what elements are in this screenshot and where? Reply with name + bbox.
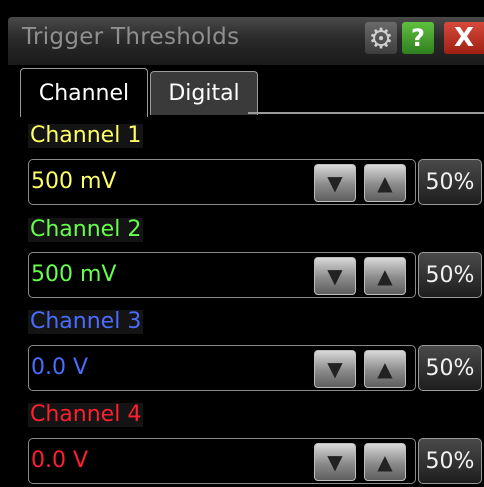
channel-3-threshold-field[interactable]: 0.0 V ▼ ▲ (28, 345, 416, 391)
help-button[interactable]: ? (402, 22, 434, 54)
channel-4-threshold-field[interactable]: 0.0 V ▼ ▲ (28, 438, 416, 484)
chevron-down-icon: ▼ (327, 171, 343, 195)
channel-1-50-percent-button[interactable]: 50% (418, 159, 482, 205)
channel-4-increase-button[interactable]: ▲ (364, 443, 406, 481)
channel-3-threshold-value: 0.0 V (31, 355, 89, 380)
chevron-down-icon: ▼ (327, 264, 343, 288)
chevron-up-icon: ▲ (377, 171, 393, 195)
channel-3-label: Channel 3 (28, 309, 144, 334)
channel-1-label: Channel 1 (28, 123, 144, 148)
close-button[interactable]: X (444, 22, 484, 54)
channel-3-increase-button[interactable]: ▲ (364, 350, 406, 388)
channel-1-decrease-button[interactable]: ▼ (314, 164, 356, 202)
channel-1-threshold-value: 500 mV (31, 169, 117, 194)
tab-digital-label: Digital (168, 81, 240, 106)
chevron-up-icon: ▲ (377, 264, 393, 288)
channel-4-decrease-button[interactable]: ▼ (314, 443, 356, 481)
channel-2-50-percent-button[interactable]: 50% (418, 252, 482, 298)
channel-2-increase-button[interactable]: ▲ (364, 257, 406, 295)
close-icon: X (453, 23, 475, 53)
gear-icon: ⚙ (368, 21, 394, 55)
channel-2-decrease-button[interactable]: ▼ (314, 257, 356, 295)
chevron-up-icon: ▲ (377, 450, 393, 474)
tab-divider (248, 112, 484, 114)
tab-channel[interactable]: Channel (20, 68, 148, 117)
trigger-thresholds-panel: Trigger Thresholds ⚙ ? X Channel Digital… (0, 0, 484, 487)
chevron-down-icon: ▼ (327, 357, 343, 381)
channel-3-decrease-button[interactable]: ▼ (314, 350, 356, 388)
channel-4-threshold-value: 0.0 V (31, 448, 89, 473)
channel-1-threshold-field[interactable]: 500 mV ▼ ▲ (28, 159, 416, 205)
channel-2-threshold-field[interactable]: 500 mV ▼ ▲ (28, 252, 416, 298)
tab-channel-label: Channel (38, 80, 130, 106)
tab-bar: Channel Digital (8, 68, 484, 117)
channel-1-increase-button[interactable]: ▲ (364, 164, 406, 202)
channel-2-threshold-value: 500 mV (31, 262, 117, 287)
channel-4-label: Channel 4 (28, 402, 144, 427)
window-title: Trigger Thresholds (22, 24, 240, 50)
channel-4-50-percent-button[interactable]: 50% (418, 438, 482, 484)
tab-digital[interactable]: Digital (150, 71, 258, 115)
settings-gear-button[interactable]: ⚙ (365, 21, 397, 55)
chevron-down-icon: ▼ (327, 450, 343, 474)
chevron-up-icon: ▲ (377, 357, 393, 381)
channel-2-label: Channel 2 (28, 217, 144, 242)
help-icon: ? (411, 24, 425, 52)
channel-3-50-percent-button[interactable]: 50% (418, 345, 482, 391)
